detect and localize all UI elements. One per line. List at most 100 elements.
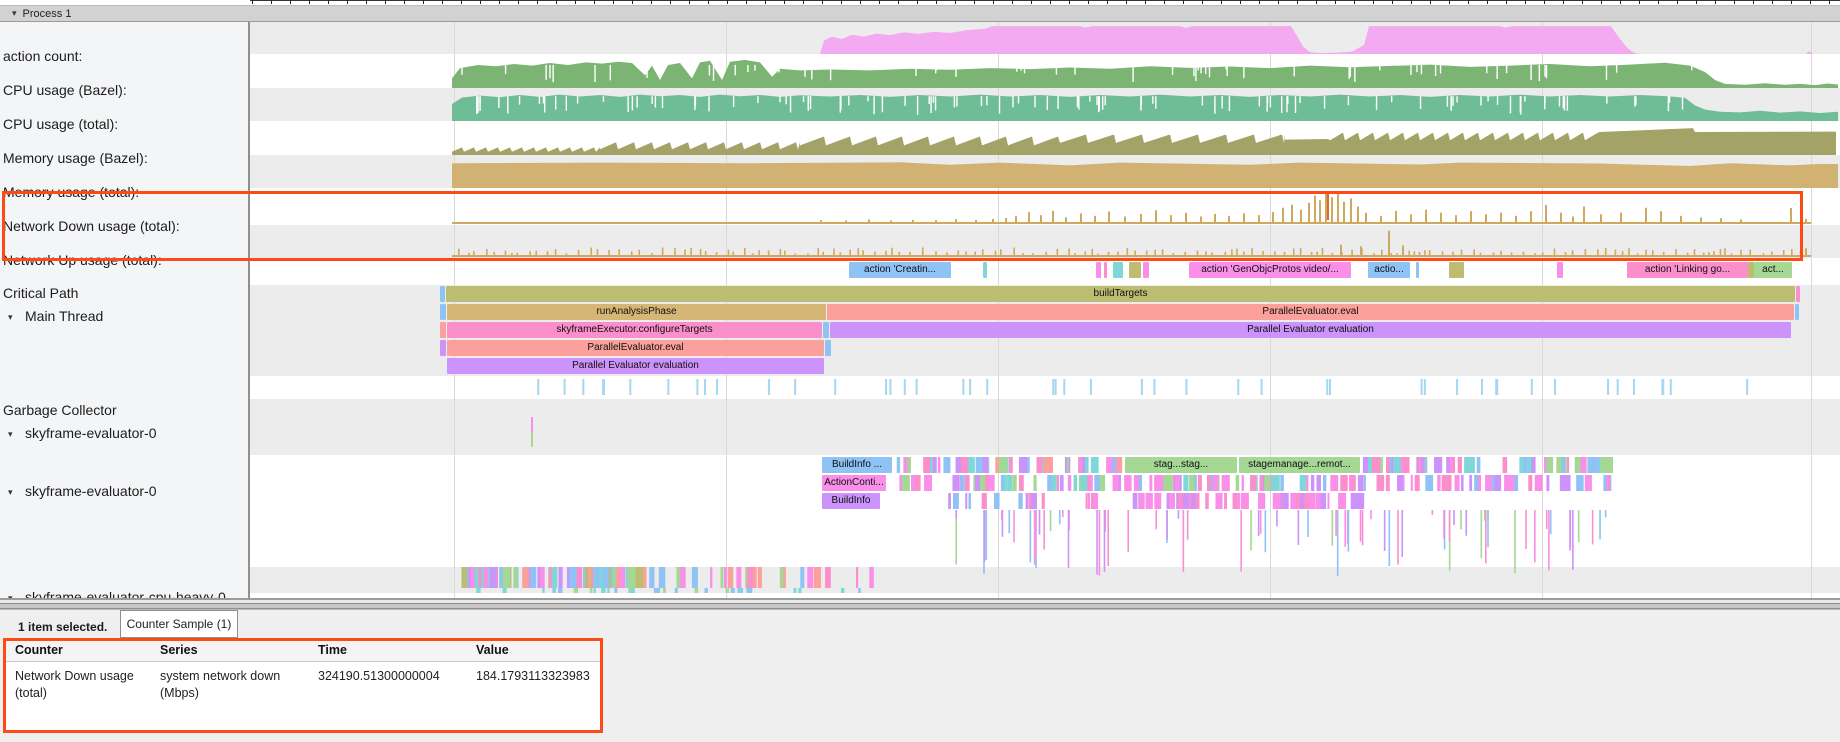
trace-slice[interactable] [440, 286, 445, 302]
ruler-tick [499, 0, 500, 4]
ruler-tick [1430, 0, 1431, 4]
sidebar-item-memory-usage-total[interactable]: Memory usage (total): [0, 184, 246, 200]
ruler-tick [879, 0, 880, 4]
sidebar-item-label: skyframe-evaluator-0 [25, 425, 157, 441]
ruler-tick [1449, 0, 1450, 4]
ruler-tick [1183, 0, 1184, 4]
ruler-tick [423, 0, 424, 4]
ruler-tick [1297, 0, 1298, 4]
ruler-tick [1392, 0, 1393, 4]
trace-slice[interactable] [440, 340, 446, 356]
ruler-tick [1411, 0, 1412, 4]
ruler-tick [1069, 0, 1070, 4]
track-row-bg [250, 567, 1840, 593]
trace-slice-labeled[interactable]: act... [1754, 262, 1792, 278]
sidebar-item-label: Memory usage (total): [3, 184, 139, 200]
trace-slice[interactable] [1795, 304, 1799, 320]
trace-slice[interactable] [1143, 262, 1149, 278]
trace-slice-labeled[interactable]: Parallel Evaluator evaluation [830, 322, 1791, 338]
ruler-tick [1107, 0, 1108, 4]
ruler-tick [1335, 0, 1336, 4]
trace-slice-labeled[interactable]: buildTargets [446, 286, 1795, 302]
trace-slice[interactable] [440, 322, 446, 338]
trace-slice[interactable] [1113, 262, 1123, 278]
sidebar-item-memory-usage-bazel[interactable]: Memory usage (Bazel): [0, 150, 246, 166]
sidebar-item-cpu-usage-total[interactable]: CPU usage (total): [0, 116, 246, 132]
trace-slice[interactable] [1096, 262, 1101, 278]
chevron-down-icon[interactable]: ▾ [12, 8, 17, 19]
trace-slice-labeled[interactable]: ParallelEvaluator.eval [447, 340, 824, 356]
ruler-tick [537, 0, 538, 4]
trace-slice-labeled[interactable]: BuildInfo ... [822, 457, 892, 473]
ruler-tick [1810, 0, 1811, 4]
ruler-tick [841, 0, 842, 4]
ruler-tick [632, 0, 633, 4]
ruler-tick [1620, 0, 1621, 4]
sidebar-item-critical-path[interactable]: Critical Path [0, 285, 246, 301]
cell-time: 324190.51300000004 [318, 668, 468, 685]
column-header-counter[interactable]: Counter [15, 643, 150, 657]
selection-status: 1 item selected. [18, 620, 107, 634]
trace-slice-labeled[interactable]: ParallelEvaluator.eval [827, 304, 1794, 320]
ruler-tick [1487, 0, 1488, 4]
ruler-tick [613, 0, 614, 4]
sidebar-item-network-down-usage-total[interactable]: Network Down usage (total): [0, 218, 246, 234]
ruler-tick [1677, 0, 1678, 4]
trace-slice[interactable] [440, 304, 446, 320]
ruler-tick [765, 0, 766, 4]
ruler-tick [271, 0, 272, 4]
trace-slice[interactable] [1416, 262, 1419, 278]
sidebar-item-garbage-collector[interactable]: Garbage Collector [0, 402, 246, 418]
trace-slice-labeled[interactable]: actio... [1368, 262, 1410, 278]
sidebar-item-cpu-usage-bazel[interactable]: CPU usage (Bazel): [0, 82, 246, 98]
trace-slice[interactable] [1104, 262, 1107, 278]
ruler-tick [1639, 0, 1640, 4]
sidebar-item-skyframe-evaluator-0[interactable]: ▾skyframe-evaluator-0 [0, 425, 246, 441]
ruler-tick [917, 0, 918, 4]
sidebar-item-label: CPU usage (total): [3, 116, 118, 132]
trace-slice-labeled[interactable]: stag...stag... [1125, 457, 1237, 473]
trace-slice-labeled[interactable]: skyframeExecutor.configureTargets [447, 322, 822, 338]
trace-slice-labeled[interactable]: action 'Linking go... [1627, 262, 1748, 278]
sidebar-item-skyframe-evaluator-0[interactable]: ▾skyframe-evaluator-0 [0, 483, 246, 499]
chevron-down-icon[interactable]: ▾ [8, 487, 22, 498]
table-header-row: Counter Series Time Value [3, 638, 603, 662]
column-header-series[interactable]: Series [160, 643, 305, 657]
trace-slice[interactable] [825, 340, 831, 356]
trace-slice[interactable] [983, 262, 987, 278]
sidebar-item-action-count[interactable]: action count: [0, 48, 246, 64]
ruler-tick [1240, 0, 1241, 4]
track-row-bg [250, 121, 1840, 155]
sidebar-item-main-thread[interactable]: ▾Main Thread [0, 308, 246, 324]
trace-slice-labeled[interactable]: action 'Creatin... [849, 262, 951, 278]
trace-slice-labeled[interactable]: runAnalysisPhase [447, 304, 826, 320]
ruler-tick [1601, 0, 1602, 4]
trace-slice-labeled[interactable]: ActionConti... [822, 475, 886, 491]
ruler-tick [651, 0, 652, 4]
sidebar-item-network-up-usage-total[interactable]: Network Up usage (total): [0, 252, 246, 268]
ruler-tick [328, 0, 329, 4]
trace-slice[interactable] [823, 322, 829, 338]
column-header-time[interactable]: Time [318, 643, 468, 657]
trace-slice[interactable] [1449, 262, 1464, 278]
ruler-tick [1658, 0, 1659, 4]
process-header[interactable]: ▾ Process 1 [0, 5, 1840, 22]
trace-slice[interactable] [1129, 262, 1141, 278]
track-sidebar: action count: CPU usage (Bazel): CPU usage… [0, 22, 250, 598]
cell-series: system network down (Mbps) [160, 668, 305, 702]
panel-splitter[interactable] [0, 598, 1840, 610]
trace-slice[interactable] [1796, 286, 1800, 302]
ruler-tick [1202, 0, 1203, 4]
trace-slice-labeled[interactable]: action 'GenObjcProtos video/... [1189, 262, 1351, 278]
trace-slice-labeled[interactable]: BuildInfo [822, 493, 880, 509]
trace-slice[interactable] [1557, 262, 1563, 278]
tab-counter-sample[interactable]: Counter Sample (1) [120, 610, 238, 638]
trace-slice-labeled[interactable]: Parallel Evaluator evaluation [447, 358, 824, 374]
ruler-tick [1753, 0, 1754, 4]
chevron-down-icon[interactable]: ▾ [8, 429, 22, 440]
track-row-bg [250, 155, 1840, 188]
chevron-down-icon[interactable]: ▾ [8, 312, 22, 323]
column-header-value[interactable]: Value [476, 643, 596, 657]
trace-slice-labeled[interactable]: stagemanage...remot... [1239, 457, 1360, 473]
cell-value: 184.1793113323983 [476, 668, 596, 685]
